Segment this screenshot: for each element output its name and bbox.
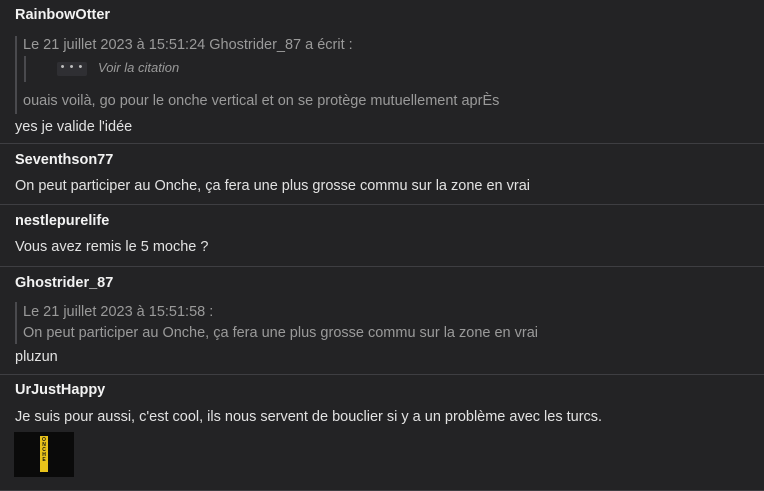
quote-body: On peut participer au Onche, ça fera une…	[23, 325, 539, 341]
post-text: yes je valide l'idée	[15, 119, 133, 135]
post: RainbowOtter Le 21 juillet 2023 à 15:51:…	[0, 0, 764, 144]
post: UrJustHappy Je suis pour aussi, c'est co…	[0, 375, 764, 491]
post: nestlepurelife Vous avez remis le 5 moch…	[0, 205, 764, 267]
post-text: Je suis pour aussi, c'est cool, ils nous…	[15, 409, 603, 425]
post-author[interactable]: Seventhson77	[15, 152, 113, 168]
expand-quote-button[interactable]: • • •	[57, 62, 87, 76]
post-author[interactable]: RainbowOtter	[15, 7, 110, 23]
post: Ghostrider_87 Le 21 juillet 2023 à 15:51…	[0, 267, 764, 375]
sticker-image: ONCHE	[14, 432, 74, 477]
quote-block: Le 21 juillet 2023 à 15:51:24 Ghostrider…	[15, 36, 499, 114]
quote-header: Le 21 juillet 2023 à 15:51:24 Ghostrider…	[23, 37, 353, 53]
post-author[interactable]: UrJustHappy	[15, 382, 105, 398]
quote-header: Le 21 juillet 2023 à 15:51:58 :	[23, 304, 214, 320]
quote-block: Le 21 juillet 2023 à 15:51:58 : On peut …	[15, 302, 538, 344]
post: Seventhson77 On peut participer au Onche…	[0, 144, 764, 205]
post-text: pluzun	[15, 349, 58, 365]
post-author[interactable]: Ghostrider_87	[15, 275, 113, 291]
sticker-label: ONCHE	[42, 437, 46, 463]
post-text: On peut participer au Onche, ça fera une…	[15, 178, 531, 194]
see-quote-link[interactable]: Voir la citation	[98, 60, 179, 75]
post-author[interactable]: nestlepurelife	[15, 213, 109, 229]
nested-quote: • • • Voir la citation	[24, 56, 179, 82]
quote-body: ouais voilà, go pour le onche vertical e…	[23, 93, 500, 109]
post-text: Vous avez remis le 5 moche ?	[15, 239, 209, 255]
